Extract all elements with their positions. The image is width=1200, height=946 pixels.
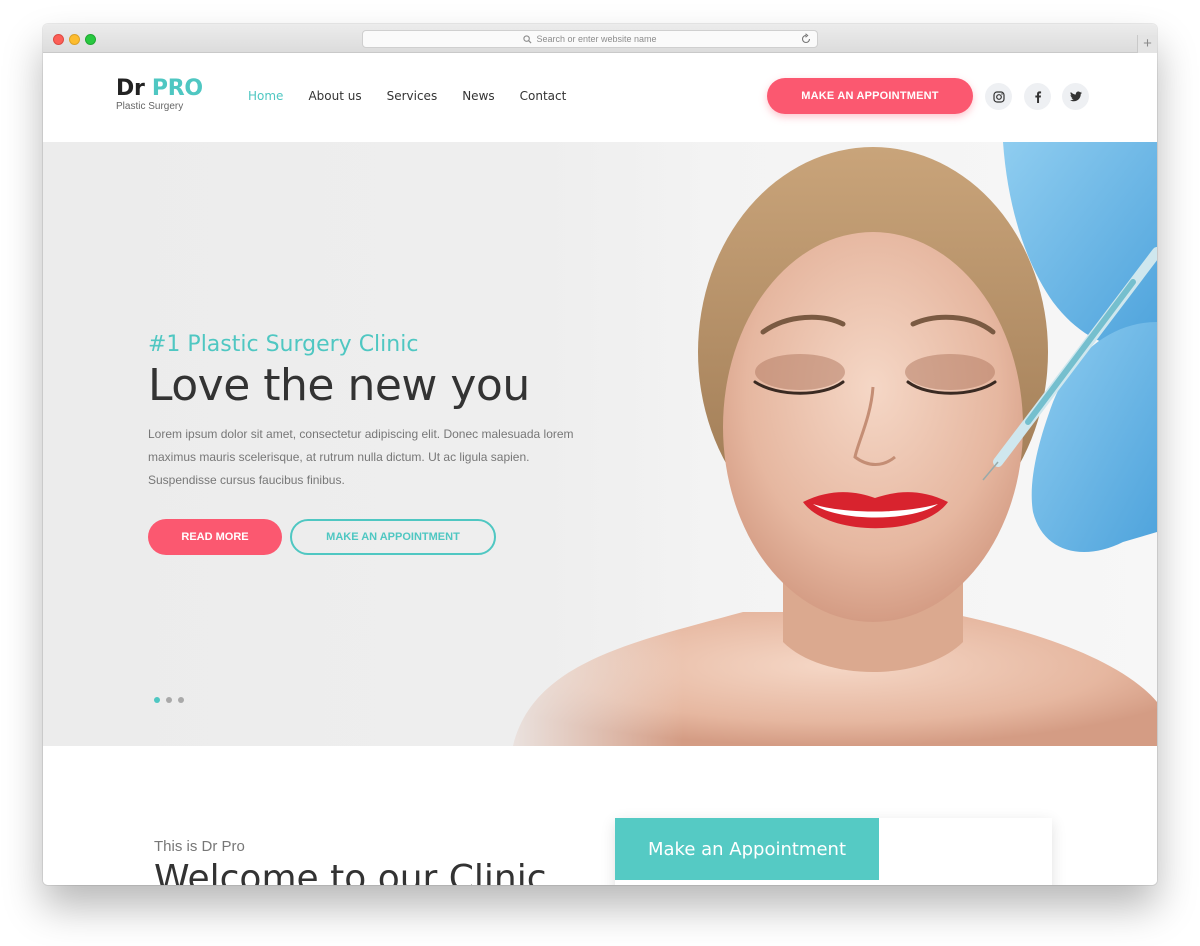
address-bar[interactable]: Search or enter website name xyxy=(362,30,818,48)
welcome-section: This is Dr Pro Welcome to our Clinic Mak… xyxy=(43,746,1157,885)
nav-contact[interactable]: Contact xyxy=(520,89,567,103)
hero-appointment-button[interactable]: MAKE AN APPOINTMENT xyxy=(290,519,496,555)
logo-accent-text: PRO xyxy=(151,76,203,101)
logo-text: Dr xyxy=(116,76,145,101)
hero-title: Love the new you xyxy=(148,360,530,411)
nav-about-us[interactable]: About us xyxy=(308,89,361,103)
new-tab-button[interactable]: + xyxy=(1137,35,1157,53)
nav-news[interactable]: News xyxy=(462,89,494,103)
welcome-subtitle: This is Dr Pro xyxy=(154,838,245,855)
header-appointment-button[interactable]: MAKE AN APPOINTMENT xyxy=(767,78,973,114)
slider-dot-1[interactable] xyxy=(154,697,160,703)
hero-description: Lorem ipsum dolor sit amet, consectetur … xyxy=(148,427,574,487)
slider-dot-3[interactable] xyxy=(178,697,184,703)
welcome-title: Welcome to our Clinic xyxy=(154,858,547,885)
close-window-button[interactable] xyxy=(53,34,64,45)
maximize-window-button[interactable] xyxy=(85,34,96,45)
search-icon xyxy=(523,34,532,44)
minimize-window-button[interactable] xyxy=(69,34,80,45)
nav-services[interactable]: Services xyxy=(387,89,438,103)
read-more-button[interactable]: READ MORE xyxy=(148,519,282,555)
facebook-icon xyxy=(1034,90,1041,103)
twitter-link[interactable] xyxy=(1062,83,1089,110)
address-placeholder: Search or enter website name xyxy=(536,34,657,44)
slider-dots xyxy=(154,697,184,703)
instagram-icon xyxy=(992,90,1005,103)
site-logo[interactable]: Dr PRO Plastic Surgery xyxy=(116,76,203,112)
main-nav: Home About us Services News Contact xyxy=(248,89,591,103)
nav-home[interactable]: Home xyxy=(248,89,283,103)
page-viewport: Dr PRO Plastic Surgery Home About us Ser… xyxy=(43,53,1157,885)
slider-dot-2[interactable] xyxy=(166,697,172,703)
hero-slider: #1 Plastic Surgery Clinic Love the new y… xyxy=(43,142,1157,746)
site-header: Dr PRO Plastic Surgery Home About us Ser… xyxy=(43,53,1157,142)
logo-subtitle: Plastic Surgery xyxy=(116,101,184,112)
browser-toolbar: Search or enter website name + xyxy=(43,24,1157,53)
appointment-card: Make an Appointment xyxy=(615,818,1052,885)
instagram-link[interactable] xyxy=(985,83,1012,110)
appointment-card-title: Make an Appointment xyxy=(615,818,879,880)
facebook-link[interactable] xyxy=(1024,83,1051,110)
reload-icon[interactable] xyxy=(800,33,812,45)
twitter-icon xyxy=(1069,91,1082,102)
hero-tagline: #1 Plastic Surgery Clinic xyxy=(148,332,419,357)
browser-window: Search or enter website name + Dr PRO Pl… xyxy=(43,24,1157,885)
